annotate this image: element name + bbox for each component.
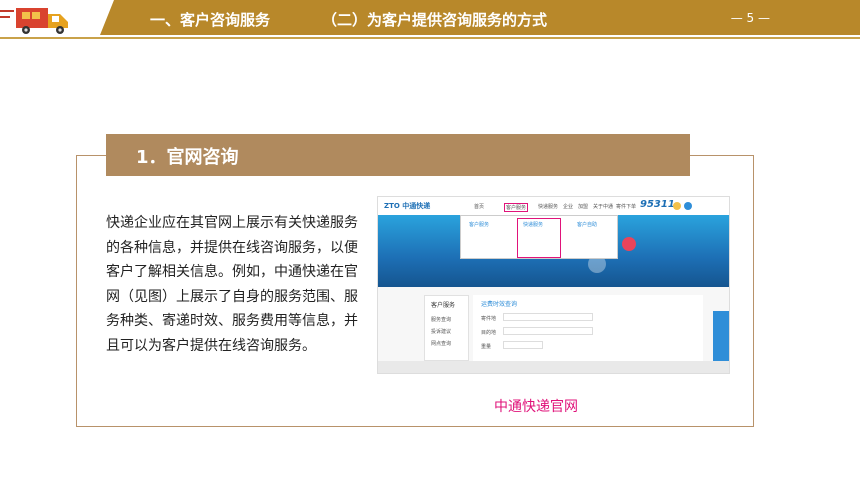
figure-caption: 中通快递官网 (494, 399, 578, 415)
panel-item: 投诉建议 (431, 329, 452, 335)
form-title: 运费时效查询 (481, 301, 518, 308)
site-nav-item: 企业 (563, 204, 574, 210)
site-nav-item: 客户服务 (504, 203, 529, 212)
form-input (503, 313, 593, 321)
site-nav-item: 快递服务 (538, 204, 559, 210)
service-dropdown: 客户服务 快递服务 客户自助 (460, 215, 618, 259)
form-field-label: 寄件地 (481, 316, 497, 322)
form-input (503, 341, 543, 349)
avatar-icon (673, 202, 681, 210)
site-footer-strip (378, 361, 729, 373)
site-nav-item: 寄件下单 (616, 204, 637, 210)
highlight-box (517, 218, 561, 258)
mail-icon (622, 237, 636, 251)
form-field-label: 重量 (481, 344, 492, 350)
form-field-label: 目的地 (481, 330, 497, 336)
dropdown-column: 客户自助 (577, 222, 598, 228)
service-panel: 客户服务 服务查询 投诉建议 网点查询 (424, 295, 469, 361)
website-screenshot: ZTO 中通快递 首页 客户服务 快递服务 企业 加盟 关于中通 寄件下单 95… (377, 196, 730, 374)
panel-title: 客户服务 (431, 302, 456, 309)
site-nav-item: 加盟 (578, 204, 589, 210)
header-underline (0, 37, 860, 39)
site-nav-item: 关于中通 (593, 204, 614, 210)
topic-title: 1．官网咨询 (136, 147, 239, 168)
online-chat-sidebar (713, 311, 729, 361)
site-nav: ZTO 中通快递 首页 客户服务 快递服务 企业 加盟 关于中通 寄件下单 95… (378, 197, 729, 215)
panel-item: 网点查询 (431, 341, 452, 347)
topic-title-bar: 1．官网咨询 (106, 134, 690, 176)
subsection-title: （二）为客户提供咨询服务的方式 (322, 11, 548, 29)
truck-icon (0, 8, 68, 34)
site-hotline: 95311 (640, 199, 675, 210)
form-input (503, 327, 593, 335)
dropdown-column: 客户服务 (469, 222, 490, 228)
section-title: 一、客户咨询服务 (150, 11, 271, 29)
user-icon (684, 202, 692, 210)
site-nav-item: 首页 (474, 204, 485, 210)
panel-item: 服务查询 (431, 317, 452, 323)
body-paragraph: 快递企业应在其官网上展示有关快递服务的各种信息，并提供在线咨询服务，以便客户了解… (106, 215, 358, 354)
rate-query-form: 运费时效查询 寄件地 目的地 重量 (473, 295, 703, 361)
site-brand: ZTO 中通快递 (384, 202, 431, 210)
delivery-truck-logo (0, 0, 112, 40)
slide: 一、客户咨询服务 （二）为客户提供咨询服务的方式 — 5 — 1．官网咨询 快递… (0, 0, 860, 484)
page-number: — 5 — (730, 11, 770, 25)
header: 一、客户咨询服务 （二）为客户提供咨询服务的方式 — 5 — (0, 0, 860, 40)
